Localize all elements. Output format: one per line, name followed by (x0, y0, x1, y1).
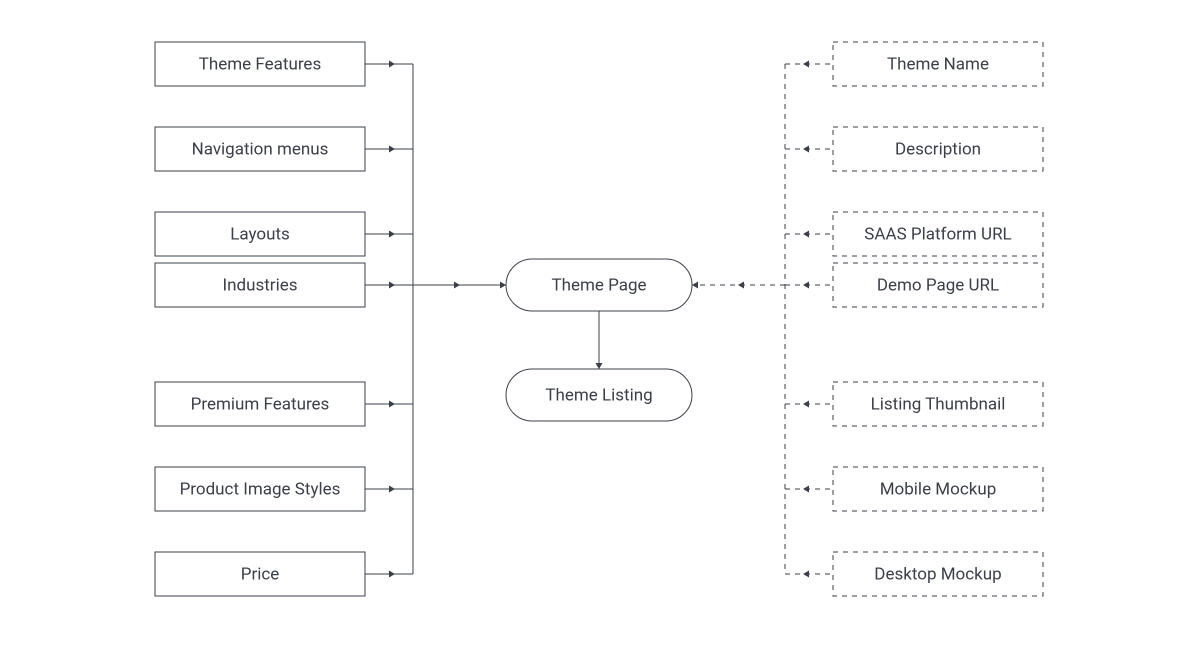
right-node: Desktop Mockup (833, 552, 1043, 596)
left-node: Layouts (155, 212, 365, 256)
right-node: Demo Page URL (833, 263, 1043, 307)
right-node-label: Theme Name (887, 54, 989, 74)
left-node-label: Premium Features (191, 394, 330, 414)
left-node: Premium Features (155, 382, 365, 426)
center-node-theme-listing: Theme Listing (506, 369, 692, 421)
diagram-canvas: Theme Features Navigation menus Layouts Ind… (0, 0, 1200, 662)
left-node-label: Industries (223, 275, 298, 295)
right-node: SAAS Platform URL (833, 212, 1043, 256)
left-node-label: Navigation menus (192, 139, 329, 159)
left-node-label: Product Image Styles (180, 479, 341, 499)
right-node-label: Description (895, 139, 981, 159)
right-node: Theme Name (833, 42, 1043, 86)
left-node-label: Layouts (230, 224, 290, 244)
center-node-theme-page: Theme Page (506, 259, 692, 311)
left-node: Theme Features (155, 42, 365, 86)
right-node-label: Mobile Mockup (880, 479, 997, 499)
left-node-label: Theme Features (199, 54, 321, 74)
left-node: Navigation menus (155, 127, 365, 171)
left-node-label: Price (241, 564, 280, 584)
left-node: Price (155, 552, 365, 596)
right-node-label: Demo Page URL (877, 275, 999, 295)
right-node: Listing Thumbnail (833, 382, 1043, 426)
right-node: Description (833, 127, 1043, 171)
right-node-label: Listing Thumbnail (871, 394, 1006, 414)
left-node: Product Image Styles (155, 467, 365, 511)
left-node: Industries (155, 263, 365, 307)
center-node-label: Theme Page (551, 275, 646, 295)
right-node-label: Desktop Mockup (874, 564, 1001, 584)
center-node-label: Theme Listing (545, 385, 652, 405)
right-node: Mobile Mockup (833, 467, 1043, 511)
right-node-label: SAAS Platform URL (864, 224, 1011, 244)
